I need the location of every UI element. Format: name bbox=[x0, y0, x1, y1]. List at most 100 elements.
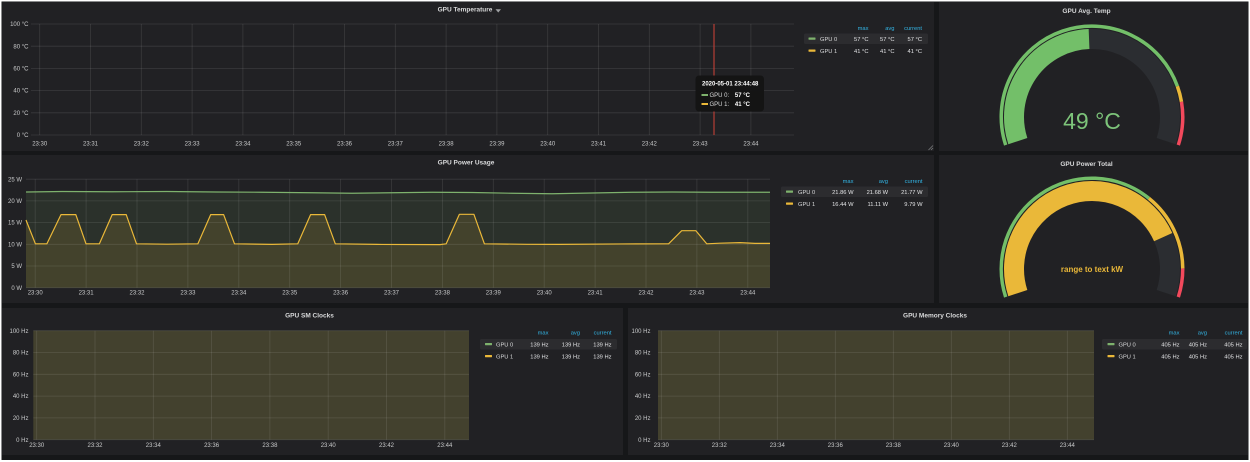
svg-text:range to text kW: range to text kW bbox=[1061, 265, 1124, 274]
svg-text:41 °C: 41 °C bbox=[908, 49, 922, 55]
svg-text:23:35: 23:35 bbox=[286, 142, 302, 148]
svg-text:GPU Avg. Temp: GPU Avg. Temp bbox=[1062, 8, 1110, 15]
svg-text:49 °C: 49 °C bbox=[1063, 108, 1121, 134]
svg-text:GPU Temperature: GPU Temperature bbox=[438, 7, 493, 14]
svg-text:23:34: 23:34 bbox=[146, 443, 162, 449]
svg-text:max: max bbox=[843, 179, 854, 185]
svg-text:avg: avg bbox=[1198, 331, 1207, 337]
svg-text:100 °C: 100 °C bbox=[10, 22, 29, 28]
svg-text:23:32: 23:32 bbox=[712, 443, 728, 449]
svg-text:23:41: 23:41 bbox=[591, 142, 607, 148]
svg-text:41 °C: 41 °C bbox=[854, 49, 868, 55]
svg-text:16.44 W: 16.44 W bbox=[832, 202, 854, 208]
svg-text:avg: avg bbox=[879, 179, 888, 185]
svg-text:80 Hz: 80 Hz bbox=[635, 351, 651, 357]
svg-text:23:37: 23:37 bbox=[388, 142, 404, 148]
svg-text:23:44: 23:44 bbox=[743, 142, 759, 148]
svg-text:GPU 0: GPU 0 bbox=[1119, 342, 1136, 348]
svg-text:23:38: 23:38 bbox=[435, 291, 451, 297]
svg-text:23:32: 23:32 bbox=[134, 142, 150, 148]
svg-text:23:32: 23:32 bbox=[87, 443, 103, 449]
svg-text:23:30: 23:30 bbox=[32, 142, 48, 148]
svg-text:23:39: 23:39 bbox=[489, 142, 505, 148]
svg-text:9.79 W: 9.79 W bbox=[904, 202, 923, 208]
svg-text:max: max bbox=[538, 331, 549, 337]
svg-text:23:34: 23:34 bbox=[235, 142, 251, 148]
svg-text:2020-05-01 23:44:48: 2020-05-01 23:44:48 bbox=[702, 82, 759, 88]
svg-text:23:30: 23:30 bbox=[29, 443, 45, 449]
svg-text:23:33: 23:33 bbox=[180, 291, 196, 297]
svg-text:60 °C: 60 °C bbox=[13, 67, 29, 73]
svg-text:5 W: 5 W bbox=[11, 264, 22, 270]
svg-text:23:36: 23:36 bbox=[828, 443, 844, 449]
svg-text:41 °C: 41 °C bbox=[880, 49, 894, 55]
svg-text:21.86 W: 21.86 W bbox=[832, 190, 854, 196]
svg-text:max: max bbox=[1169, 331, 1180, 337]
svg-text:23:43: 23:43 bbox=[689, 291, 705, 297]
svg-text:GPU 1: GPU 1 bbox=[1119, 354, 1136, 360]
svg-text:23:44: 23:44 bbox=[437, 443, 453, 449]
svg-text:15 W: 15 W bbox=[8, 221, 22, 227]
svg-text:139 Hz: 139 Hz bbox=[530, 342, 548, 348]
svg-text:57 °C: 57 °C bbox=[735, 93, 751, 99]
svg-text:23:36: 23:36 bbox=[333, 291, 349, 297]
svg-text:405 Hz: 405 Hz bbox=[1224, 342, 1242, 348]
svg-text:current: current bbox=[594, 331, 612, 337]
svg-text:23:39: 23:39 bbox=[486, 291, 502, 297]
svg-text:current: current bbox=[904, 26, 922, 32]
svg-text:20 Hz: 20 Hz bbox=[13, 416, 29, 422]
svg-text:23:40: 23:40 bbox=[321, 443, 337, 449]
svg-text:139 Hz: 139 Hz bbox=[593, 354, 611, 360]
svg-text:20 °C: 20 °C bbox=[13, 111, 29, 117]
svg-text:23:41: 23:41 bbox=[588, 291, 604, 297]
svg-text:23:38: 23:38 bbox=[262, 443, 278, 449]
svg-text:0 W: 0 W bbox=[11, 286, 22, 292]
svg-text:23:42: 23:42 bbox=[638, 291, 654, 297]
svg-text:23:42: 23:42 bbox=[379, 443, 395, 449]
svg-text:23:38: 23:38 bbox=[886, 443, 902, 449]
svg-text:20 W: 20 W bbox=[8, 199, 22, 205]
svg-text:current: current bbox=[905, 179, 923, 185]
svg-text:23:34: 23:34 bbox=[231, 291, 247, 297]
svg-text:GPU Power Usage: GPU Power Usage bbox=[438, 160, 495, 167]
svg-text:GPU 1: GPU 1 bbox=[496, 354, 513, 360]
svg-text:40 Hz: 40 Hz bbox=[13, 394, 29, 400]
svg-text:GPU Memory Clocks: GPU Memory Clocks bbox=[903, 313, 967, 320]
svg-text:405 Hz: 405 Hz bbox=[1189, 342, 1207, 348]
svg-text:10 W: 10 W bbox=[8, 242, 22, 248]
svg-text:GPU SM Clocks: GPU SM Clocks bbox=[285, 313, 334, 320]
svg-text:0 Hz: 0 Hz bbox=[16, 438, 28, 444]
svg-text:23:35: 23:35 bbox=[282, 291, 298, 297]
svg-text:23:42: 23:42 bbox=[642, 142, 658, 148]
svg-text:405 Hz: 405 Hz bbox=[1189, 354, 1207, 360]
svg-text:23:40: 23:40 bbox=[540, 142, 556, 148]
svg-text:25 W: 25 W bbox=[8, 177, 22, 183]
svg-text:40 Hz: 40 Hz bbox=[635, 394, 651, 400]
svg-text:avg: avg bbox=[885, 26, 894, 32]
svg-text:23:32: 23:32 bbox=[129, 291, 145, 297]
svg-text:11.11 W: 11.11 W bbox=[867, 202, 888, 208]
svg-text:23:31: 23:31 bbox=[79, 291, 95, 297]
svg-text:23:33: 23:33 bbox=[185, 142, 201, 148]
svg-text:23:40: 23:40 bbox=[537, 291, 553, 297]
svg-text:23:37: 23:37 bbox=[384, 291, 400, 297]
svg-text:405 Hz: 405 Hz bbox=[1161, 342, 1179, 348]
svg-text:21.68 W: 21.68 W bbox=[867, 190, 889, 196]
svg-text:GPU 0: GPU 0 bbox=[798, 190, 815, 196]
svg-text:100 Hz: 100 Hz bbox=[9, 329, 28, 335]
svg-text:60 Hz: 60 Hz bbox=[13, 372, 29, 378]
svg-text:23:31: 23:31 bbox=[83, 142, 99, 148]
svg-text:GPU 0: GPU 0 bbox=[496, 342, 513, 348]
svg-text:23:42: 23:42 bbox=[1002, 443, 1018, 449]
svg-text:GPU 0: GPU 0 bbox=[820, 37, 837, 43]
svg-text:23:30: 23:30 bbox=[28, 291, 44, 297]
svg-text:40 °C: 40 °C bbox=[13, 89, 29, 95]
svg-text:23:34: 23:34 bbox=[770, 443, 786, 449]
svg-text:23:38: 23:38 bbox=[439, 142, 455, 148]
svg-text:GPU 1:: GPU 1: bbox=[710, 102, 730, 108]
svg-text:100 Hz: 100 Hz bbox=[631, 329, 650, 335]
svg-text:23:36: 23:36 bbox=[204, 443, 220, 449]
svg-text:57 °C: 57 °C bbox=[880, 37, 894, 43]
svg-text:21.77 W: 21.77 W bbox=[901, 190, 923, 196]
svg-text:80 °C: 80 °C bbox=[13, 44, 29, 50]
